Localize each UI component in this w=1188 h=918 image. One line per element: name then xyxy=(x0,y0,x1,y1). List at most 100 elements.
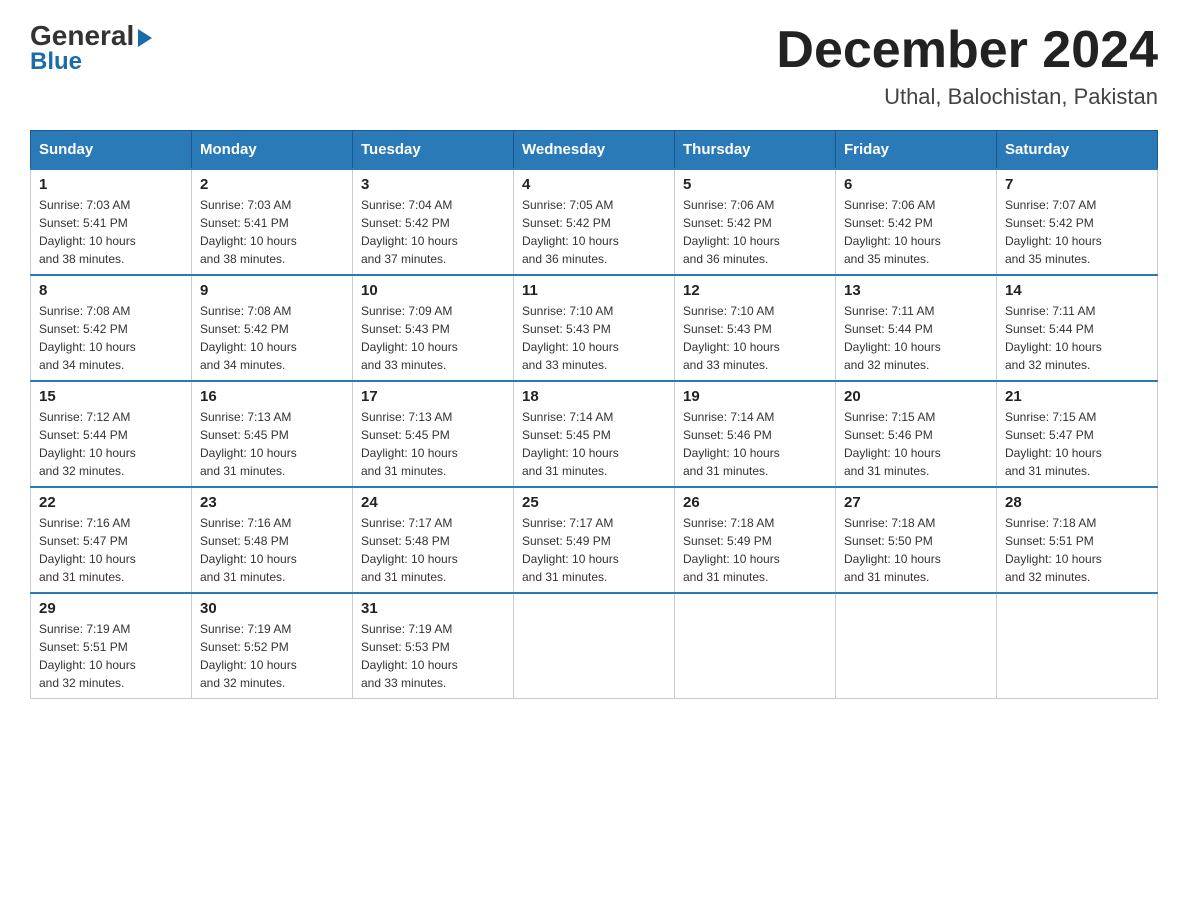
calendar-cell: 28 Sunrise: 7:18 AM Sunset: 5:51 PM Dayl… xyxy=(997,487,1158,593)
day-info: Sunrise: 7:08 AM Sunset: 5:42 PM Dayligh… xyxy=(39,302,183,374)
calendar-header-row: SundayMondayTuesdayWednesdayThursdayFrid… xyxy=(31,131,1158,170)
month-title: December 2024 xyxy=(776,20,1158,80)
day-info: Sunrise: 7:13 AM Sunset: 5:45 PM Dayligh… xyxy=(200,408,344,480)
calendar-cell: 27 Sunrise: 7:18 AM Sunset: 5:50 PM Dayl… xyxy=(836,487,997,593)
day-info: Sunrise: 7:04 AM Sunset: 5:42 PM Dayligh… xyxy=(361,196,505,268)
calendar-cell: 19 Sunrise: 7:14 AM Sunset: 5:46 PM Dayl… xyxy=(675,381,836,487)
calendar-cell: 3 Sunrise: 7:04 AM Sunset: 5:42 PM Dayli… xyxy=(353,169,514,275)
calendar-table: SundayMondayTuesdayWednesdayThursdayFrid… xyxy=(30,130,1158,699)
column-header-thursday: Thursday xyxy=(675,131,836,170)
day-info: Sunrise: 7:15 AM Sunset: 5:46 PM Dayligh… xyxy=(844,408,988,480)
day-info: Sunrise: 7:17 AM Sunset: 5:48 PM Dayligh… xyxy=(361,514,505,586)
calendar-cell: 4 Sunrise: 7:05 AM Sunset: 5:42 PM Dayli… xyxy=(514,169,675,275)
logo-arrow-icon xyxy=(138,29,152,47)
title-section: December 2024 Uthal, Balochistan, Pakist… xyxy=(776,20,1158,110)
calendar-week-row: 22 Sunrise: 7:16 AM Sunset: 5:47 PM Dayl… xyxy=(31,487,1158,593)
day-info: Sunrise: 7:17 AM Sunset: 5:49 PM Dayligh… xyxy=(522,514,666,586)
day-number: 29 xyxy=(39,600,183,617)
day-number: 25 xyxy=(522,494,666,511)
calendar-cell: 29 Sunrise: 7:19 AM Sunset: 5:51 PM Dayl… xyxy=(31,593,192,699)
calendar-week-row: 8 Sunrise: 7:08 AM Sunset: 5:42 PM Dayli… xyxy=(31,275,1158,381)
day-info: Sunrise: 7:16 AM Sunset: 5:47 PM Dayligh… xyxy=(39,514,183,586)
calendar-cell: 31 Sunrise: 7:19 AM Sunset: 5:53 PM Dayl… xyxy=(353,593,514,699)
calendar-cell: 5 Sunrise: 7:06 AM Sunset: 5:42 PM Dayli… xyxy=(675,169,836,275)
day-number: 5 xyxy=(683,176,827,193)
day-info: Sunrise: 7:19 AM Sunset: 5:52 PM Dayligh… xyxy=(200,620,344,692)
calendar-cell: 9 Sunrise: 7:08 AM Sunset: 5:42 PM Dayli… xyxy=(192,275,353,381)
day-info: Sunrise: 7:18 AM Sunset: 5:49 PM Dayligh… xyxy=(683,514,827,586)
day-info: Sunrise: 7:18 AM Sunset: 5:51 PM Dayligh… xyxy=(1005,514,1149,586)
calendar-cell: 21 Sunrise: 7:15 AM Sunset: 5:47 PM Dayl… xyxy=(997,381,1158,487)
day-info: Sunrise: 7:13 AM Sunset: 5:45 PM Dayligh… xyxy=(361,408,505,480)
calendar-week-row: 15 Sunrise: 7:12 AM Sunset: 5:44 PM Dayl… xyxy=(31,381,1158,487)
day-info: Sunrise: 7:10 AM Sunset: 5:43 PM Dayligh… xyxy=(683,302,827,374)
day-info: Sunrise: 7:19 AM Sunset: 5:51 PM Dayligh… xyxy=(39,620,183,692)
day-info: Sunrise: 7:11 AM Sunset: 5:44 PM Dayligh… xyxy=(844,302,988,374)
column-header-monday: Monday xyxy=(192,131,353,170)
day-info: Sunrise: 7:08 AM Sunset: 5:42 PM Dayligh… xyxy=(200,302,344,374)
day-number: 24 xyxy=(361,494,505,511)
day-info: Sunrise: 7:03 AM Sunset: 5:41 PM Dayligh… xyxy=(200,196,344,268)
calendar-cell: 2 Sunrise: 7:03 AM Sunset: 5:41 PM Dayli… xyxy=(192,169,353,275)
day-number: 1 xyxy=(39,176,183,193)
day-number: 20 xyxy=(844,388,988,405)
day-number: 21 xyxy=(1005,388,1149,405)
day-number: 13 xyxy=(844,282,988,299)
day-number: 14 xyxy=(1005,282,1149,299)
calendar-cell: 26 Sunrise: 7:18 AM Sunset: 5:49 PM Dayl… xyxy=(675,487,836,593)
calendar-cell: 17 Sunrise: 7:13 AM Sunset: 5:45 PM Dayl… xyxy=(353,381,514,487)
day-number: 30 xyxy=(200,600,344,617)
day-number: 31 xyxy=(361,600,505,617)
column-header-friday: Friday xyxy=(836,131,997,170)
day-info: Sunrise: 7:14 AM Sunset: 5:45 PM Dayligh… xyxy=(522,408,666,480)
day-info: Sunrise: 7:03 AM Sunset: 5:41 PM Dayligh… xyxy=(39,196,183,268)
day-number: 11 xyxy=(522,282,666,299)
calendar-cell xyxy=(836,593,997,699)
logo-blue-text: Blue xyxy=(30,48,82,76)
day-info: Sunrise: 7:07 AM Sunset: 5:42 PM Dayligh… xyxy=(1005,196,1149,268)
calendar-week-row: 1 Sunrise: 7:03 AM Sunset: 5:41 PM Dayli… xyxy=(31,169,1158,275)
day-number: 8 xyxy=(39,282,183,299)
calendar-cell: 7 Sunrise: 7:07 AM Sunset: 5:42 PM Dayli… xyxy=(997,169,1158,275)
calendar-cell: 23 Sunrise: 7:16 AM Sunset: 5:48 PM Dayl… xyxy=(192,487,353,593)
calendar-cell: 14 Sunrise: 7:11 AM Sunset: 5:44 PM Dayl… xyxy=(997,275,1158,381)
calendar-cell: 6 Sunrise: 7:06 AM Sunset: 5:42 PM Dayli… xyxy=(836,169,997,275)
calendar-cell: 8 Sunrise: 7:08 AM Sunset: 5:42 PM Dayli… xyxy=(31,275,192,381)
calendar-cell: 24 Sunrise: 7:17 AM Sunset: 5:48 PM Dayl… xyxy=(353,487,514,593)
day-number: 27 xyxy=(844,494,988,511)
day-info: Sunrise: 7:11 AM Sunset: 5:44 PM Dayligh… xyxy=(1005,302,1149,374)
day-info: Sunrise: 7:09 AM Sunset: 5:43 PM Dayligh… xyxy=(361,302,505,374)
logo: General Blue xyxy=(30,20,152,76)
day-number: 16 xyxy=(200,388,344,405)
calendar-cell xyxy=(514,593,675,699)
day-number: 2 xyxy=(200,176,344,193)
calendar-cell: 11 Sunrise: 7:10 AM Sunset: 5:43 PM Dayl… xyxy=(514,275,675,381)
day-number: 28 xyxy=(1005,494,1149,511)
day-info: Sunrise: 7:10 AM Sunset: 5:43 PM Dayligh… xyxy=(522,302,666,374)
calendar-cell: 30 Sunrise: 7:19 AM Sunset: 5:52 PM Dayl… xyxy=(192,593,353,699)
day-info: Sunrise: 7:16 AM Sunset: 5:48 PM Dayligh… xyxy=(200,514,344,586)
column-header-sunday: Sunday xyxy=(31,131,192,170)
day-number: 23 xyxy=(200,494,344,511)
day-number: 10 xyxy=(361,282,505,299)
calendar-cell: 25 Sunrise: 7:17 AM Sunset: 5:49 PM Dayl… xyxy=(514,487,675,593)
day-info: Sunrise: 7:15 AM Sunset: 5:47 PM Dayligh… xyxy=(1005,408,1149,480)
day-number: 12 xyxy=(683,282,827,299)
day-number: 26 xyxy=(683,494,827,511)
calendar-cell: 16 Sunrise: 7:13 AM Sunset: 5:45 PM Dayl… xyxy=(192,381,353,487)
calendar-cell: 15 Sunrise: 7:12 AM Sunset: 5:44 PM Dayl… xyxy=(31,381,192,487)
day-info: Sunrise: 7:18 AM Sunset: 5:50 PM Dayligh… xyxy=(844,514,988,586)
day-number: 22 xyxy=(39,494,183,511)
day-number: 7 xyxy=(1005,176,1149,193)
day-info: Sunrise: 7:06 AM Sunset: 5:42 PM Dayligh… xyxy=(683,196,827,268)
day-number: 4 xyxy=(522,176,666,193)
calendar-week-row: 29 Sunrise: 7:19 AM Sunset: 5:51 PM Dayl… xyxy=(31,593,1158,699)
day-number: 9 xyxy=(200,282,344,299)
column-header-wednesday: Wednesday xyxy=(514,131,675,170)
location-subtitle: Uthal, Balochistan, Pakistan xyxy=(776,84,1158,110)
calendar-cell: 1 Sunrise: 7:03 AM Sunset: 5:41 PM Dayli… xyxy=(31,169,192,275)
column-header-saturday: Saturday xyxy=(997,131,1158,170)
page-header: General Blue December 2024 Uthal, Baloch… xyxy=(30,20,1158,110)
day-number: 17 xyxy=(361,388,505,405)
calendar-cell xyxy=(675,593,836,699)
